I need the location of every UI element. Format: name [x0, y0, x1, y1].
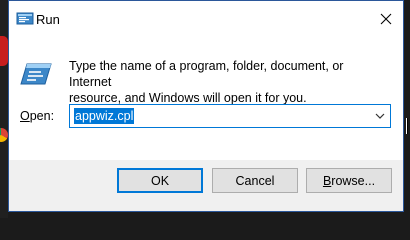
browse-label-rest: rowse... — [331, 173, 376, 188]
desktop-badge — [0, 36, 8, 66]
dialog-footer: OK Cancel Browse... — [9, 160, 403, 211]
description-line-1: Type the name of a program, folder, docu… — [69, 59, 344, 89]
browse-button[interactable]: Browse... — [306, 168, 392, 193]
text-cursor — [406, 118, 408, 134]
dialog-description: Type the name of a program, folder, docu… — [69, 58, 389, 106]
dialog-content: Type the name of a program, folder, docu… — [9, 38, 403, 160]
dropdown-button[interactable] — [370, 105, 390, 127]
desktop-background-right — [405, 0, 410, 218]
run-icon — [16, 12, 34, 25]
open-combobox[interactable]: appwiz.cpl — [69, 104, 391, 128]
ok-button[interactable]: OK — [117, 168, 203, 193]
run-dialog: Run Type the name of a program, folder, … — [8, 0, 404, 212]
open-label: Open: — [20, 109, 54, 123]
desktop-background-left — [0, 0, 8, 218]
close-icon — [380, 13, 392, 25]
run-icon — [20, 63, 52, 85]
browse-mnemonic: B — [322, 173, 332, 188]
open-label-mnemonic: O — [20, 109, 30, 123]
title-bar[interactable]: Run — [9, 1, 403, 38]
window-title: Run — [36, 12, 60, 27]
open-label-rest: pen: — [29, 109, 55, 123]
browser-desktop-icon — [0, 128, 8, 142]
cancel-button[interactable]: Cancel — [212, 168, 298, 193]
close-button[interactable] — [377, 10, 395, 28]
chevron-down-icon — [375, 113, 385, 119]
open-input-selection: appwiz.cpl — [74, 108, 135, 124]
